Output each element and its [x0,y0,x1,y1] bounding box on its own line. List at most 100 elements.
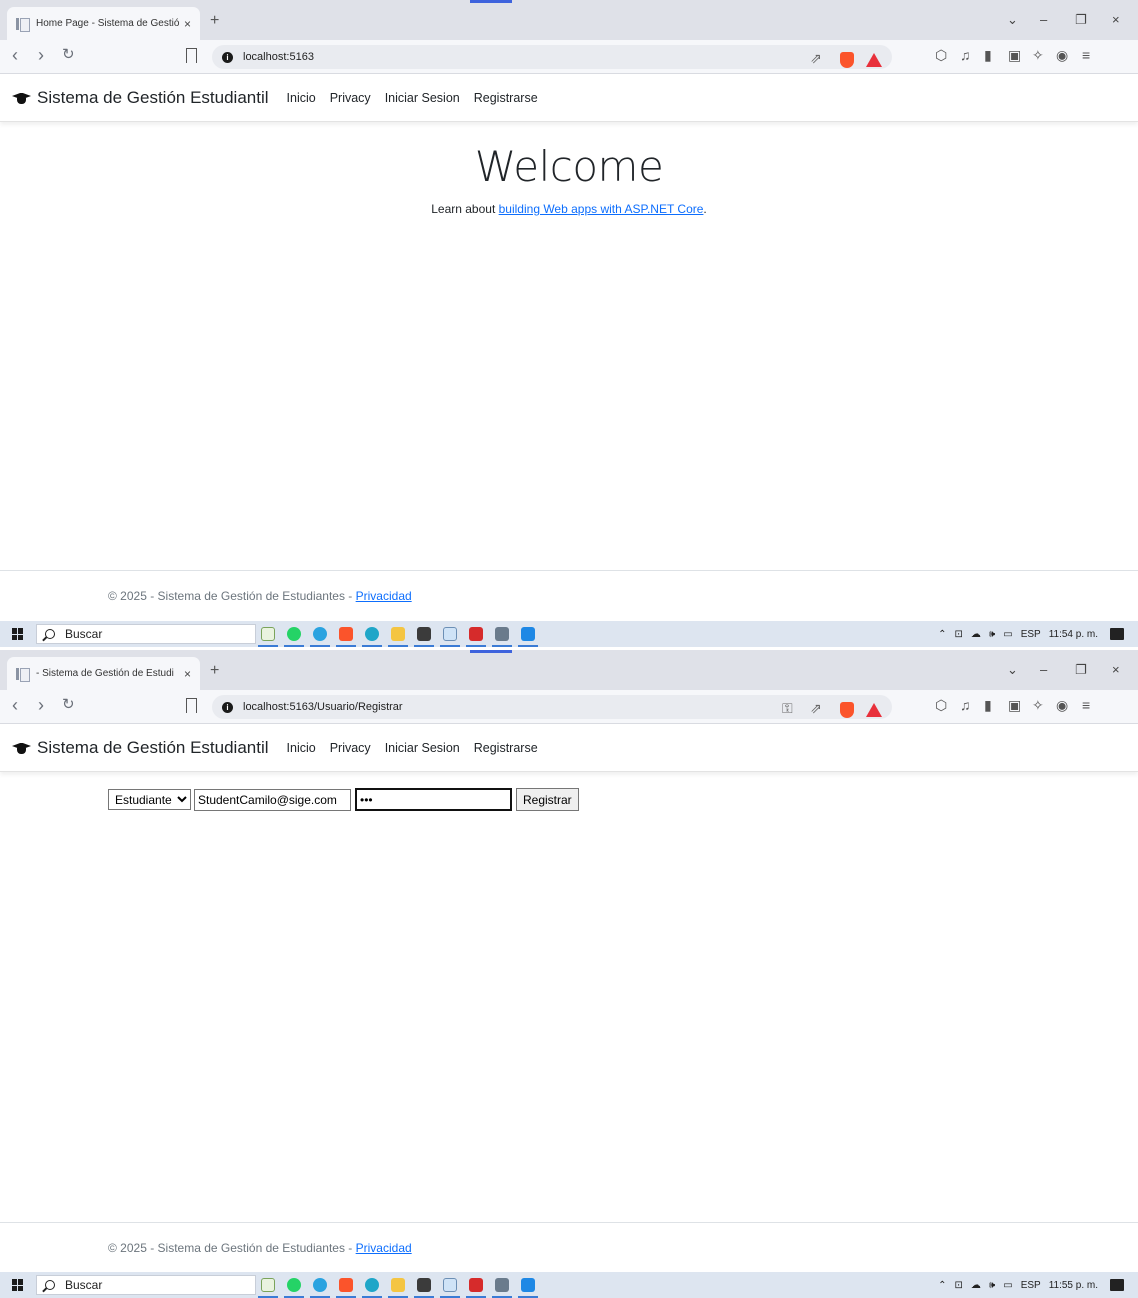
notepad-app-icon[interactable] [440,1275,460,1298]
network-icon[interactable]: ▭ [1003,1280,1012,1291]
share-icon[interactable]: ⇗ [810,50,822,67]
new-tab-button[interactable]: + [210,662,219,680]
close-tab-icon[interactable]: × [184,17,191,31]
tray-app-icon[interactable]: ⊡ [955,629,963,640]
nav-link-inicio[interactable]: Inicio [287,741,316,755]
menu-icon[interactable]: ≡ [1082,47,1090,63]
brave-shields-icon[interactable] [840,52,854,68]
tab-list-chevron-icon[interactable]: ⌄ [1007,12,1018,28]
back-arrow-icon[interactable]: ‹ [12,46,18,64]
extensions-icon[interactable]: ⬡ [935,47,947,64]
close-window-button[interactable]: × [1112,12,1120,27]
sidebar-icon[interactable]: ▮ [984,47,992,64]
bookmark-icon[interactable] [186,698,197,713]
brave-shields-icon[interactable] [840,702,854,718]
close-window-button[interactable]: × [1112,662,1120,677]
site-info-icon[interactable]: i [222,51,233,63]
forward-arrow-icon[interactable]: › [38,696,44,714]
excel-app-icon[interactable] [258,1275,278,1298]
brave-rewards-icon[interactable] [866,703,882,717]
restore-button[interactable]: ❐ [1075,662,1087,678]
restore-button[interactable]: ❐ [1075,12,1087,28]
password-field[interactable] [355,788,512,811]
tray-chevron-icon[interactable]: ⌃ [938,1280,946,1291]
navbar-brand[interactable]: Sistema de Gestión Estudiantil [12,738,269,758]
nav-link-inicio[interactable]: Inicio [287,91,316,105]
taskbar-search[interactable]: Buscar [36,624,256,644]
network-icon[interactable]: ▭ [1003,629,1012,640]
media-icon[interactable]: ♫ [960,47,971,63]
password-key-icon[interactable]: ⚿ [782,700,793,717]
browser-tab-active[interactable]: - Sistema de Gestión de Estudi × [7,657,200,690]
nav-link-iniciar-sesion[interactable]: Iniciar Sesion [385,91,460,105]
nav-link-registrarse[interactable]: Registrarse [474,741,538,755]
leo-ai-icon[interactable]: ✧ [1032,697,1044,714]
taskbar-search[interactable]: Buscar [36,1275,256,1295]
leo-ai-icon[interactable]: ✧ [1032,47,1044,64]
whatsapp-app-icon[interactable] [284,624,304,647]
onedrive-icon[interactable]: ☁ [971,629,981,640]
new-tab-button[interactable]: + [210,12,219,30]
browser-tab-active[interactable]: Home Page - Sistema de Gestió × [7,7,200,40]
role-select[interactable]: Estudiante [108,789,191,810]
database-app-icon[interactable] [492,624,512,647]
clock[interactable]: 11:55 p. m. [1049,1280,1098,1291]
windows-start-icon[interactable] [12,1279,24,1291]
navbar-brand[interactable]: Sistema de Gestión Estudiantil [12,88,269,108]
edge-app-icon[interactable] [362,624,382,647]
privacy-link[interactable]: Privacidad [356,589,412,603]
whatsapp-app-icon[interactable] [284,1275,304,1298]
vscode-app-icon[interactable] [518,624,538,647]
language-indicator[interactable]: ESP [1021,1280,1041,1291]
windows-start-icon[interactable] [12,628,24,640]
edge-app-icon[interactable] [362,1275,382,1298]
nav-link-iniciar-sesion[interactable]: Iniciar Sesion [385,741,460,755]
clock[interactable]: 11:54 p. m. [1049,629,1098,640]
volume-icon[interactable]: 🕪 [989,1280,995,1291]
acrobat-app-icon[interactable] [466,624,486,647]
vpn-icon[interactable]: ◉ [1056,697,1068,714]
file-explorer-app-icon[interactable] [388,624,408,647]
notifications-icon[interactable] [1110,1279,1124,1291]
excel-app-icon[interactable] [258,624,278,647]
notepad-app-icon[interactable] [440,624,460,647]
nav-link-privacy[interactable]: Privacy [330,91,371,105]
register-button[interactable]: Registrar [516,788,579,811]
language-indicator[interactable]: ESP [1021,629,1041,640]
nav-link-registrarse[interactable]: Registrarse [474,91,538,105]
bookmark-icon[interactable] [186,48,197,63]
forward-arrow-icon[interactable]: › [38,46,44,64]
minimize-button[interactable]: – [1040,662,1047,677]
site-info-icon[interactable]: i [222,701,233,713]
address-bar[interactable]: i localhost:5163 ⇗ [212,45,892,69]
sticky-app-icon[interactable] [414,624,434,647]
wallet-icon[interactable]: ▣ [1008,47,1021,64]
acrobat-app-icon[interactable] [466,1275,486,1298]
aspnet-docs-link[interactable]: building Web apps with ASP.NET Core [499,202,704,216]
sidebar-icon[interactable]: ▮ [984,697,992,714]
close-tab-icon[interactable]: × [184,667,191,681]
onedrive-icon[interactable]: ☁ [971,1280,981,1291]
nav-link-privacy[interactable]: Privacy [330,741,371,755]
reload-icon[interactable]: ↻ [62,46,75,64]
telegram-app-icon[interactable] [310,1275,330,1298]
media-icon[interactable]: ♫ [960,697,971,713]
share-icon[interactable]: ⇗ [810,700,822,717]
tray-app-icon[interactable]: ⊡ [955,1280,963,1291]
reload-icon[interactable]: ↻ [62,696,75,714]
privacy-link[interactable]: Privacidad [356,1241,412,1255]
address-bar[interactable]: i localhost:5163/Usuario/Registrar ⚿ ⇗ [212,695,892,719]
notifications-icon[interactable] [1110,628,1124,640]
vpn-icon[interactable]: ◉ [1056,47,1068,64]
minimize-button[interactable]: – [1040,12,1047,27]
brave-rewards-icon[interactable] [866,53,882,67]
tray-chevron-icon[interactable]: ⌃ [938,629,946,640]
menu-icon[interactable]: ≡ [1082,697,1090,713]
telegram-app-icon[interactable] [310,624,330,647]
extensions-icon[interactable]: ⬡ [935,697,947,714]
brave-app-icon[interactable] [336,624,356,647]
file-explorer-app-icon[interactable] [388,1275,408,1298]
email-field[interactable] [194,788,351,811]
sticky-app-icon[interactable] [414,1275,434,1298]
volume-icon[interactable]: 🕪 [989,629,995,640]
